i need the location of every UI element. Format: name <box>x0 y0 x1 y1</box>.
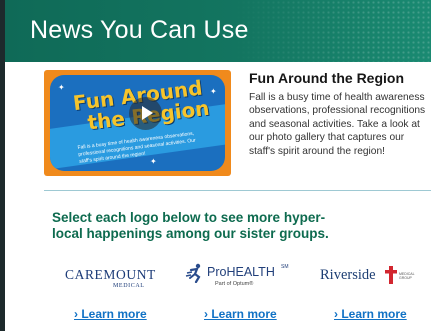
logo-instructions: Select each logo below to see more hyper… <box>52 210 329 241</box>
banner-title: News You Can Use <box>30 16 249 44</box>
story-title: Fun Around the Region <box>249 70 405 86</box>
prohealth-learn-more-link[interactable]: › Learn more <box>204 307 277 321</box>
riverside-logo[interactable]: Riverside MEDICAL GROUP <box>320 261 425 291</box>
caremount-learn-more-link[interactable]: › Learn more <box>74 307 147 321</box>
section-divider <box>44 190 431 191</box>
riverside-learn-more-link[interactable]: › Learn more <box>334 307 407 321</box>
header-banner: News You Can Use <box>5 0 431 62</box>
caremount-logo[interactable]: CAREMOUNT MEDICAL <box>65 261 161 291</box>
caremount-logo-text: CAREMOUNT <box>65 267 156 282</box>
prohealth-logo-text: ProHEALTH <box>207 265 275 279</box>
sparkle-icon: ✦ <box>58 83 65 92</box>
sparkle-icon: ✦ <box>150 157 157 166</box>
sparkle-icon: ✦ <box>210 87 217 96</box>
runner-icon <box>185 263 201 283</box>
newsletter-frame: News You Can Use Fun Around the Region F… <box>0 0 431 331</box>
cross-icon <box>385 266 397 284</box>
story-body: Fall is a busy time of health awareness … <box>249 92 426 157</box>
banner-dot-pattern <box>231 0 431 62</box>
caremount-logo-subtext: MEDICAL <box>113 283 145 289</box>
riverside-logo-subtext: MEDICAL GROUP <box>399 272 415 280</box>
play-icon[interactable] <box>129 97 162 130</box>
prohealth-logo-subtext: Part of Optum® <box>215 281 254 287</box>
prohealth-trademark: SM <box>281 264 289 270</box>
riverside-logo-text: Riverside <box>320 267 376 283</box>
video-thumbnail[interactable]: Fun Around the Region Fall is a busy tim… <box>44 70 231 176</box>
prohealth-logo[interactable]: ProHEALTH SM Part of Optum® <box>185 261 295 291</box>
